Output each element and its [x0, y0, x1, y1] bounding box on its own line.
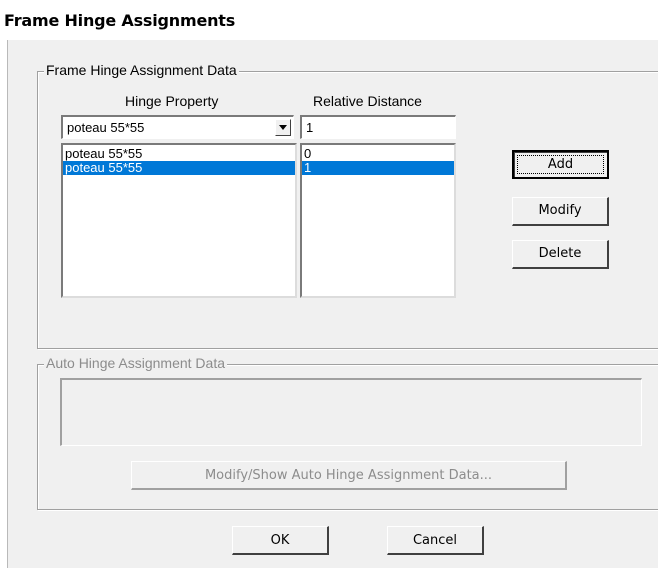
relative-distance-list[interactable]: 0 1: [300, 143, 456, 298]
chevron-down-icon: [279, 125, 287, 130]
delete-button[interactable]: Delete: [512, 240, 609, 269]
modify-show-button-label: Modify/Show Auto Hinge Assignment Data..…: [204, 468, 493, 483]
modify-show-auto-hinge-button[interactable]: Modify/Show Auto Hinge Assignment Data..…: [131, 461, 567, 490]
hinge-property-header: Hinge Property: [125, 93, 219, 109]
ok-button[interactable]: OK: [232, 526, 329, 555]
cancel-button[interactable]: Cancel: [387, 526, 484, 555]
group-legend: Auto Hinge Assignment Data: [44, 355, 227, 371]
add-button[interactable]: Add: [512, 150, 609, 179]
relative-distance-value: 1: [306, 120, 314, 135]
delete-button-label: Delete: [538, 246, 582, 261]
modify-button-label: Modify: [538, 203, 582, 218]
list-item[interactable]: poteau 55*55: [63, 147, 295, 161]
relative-distance-input[interactable]: 1: [300, 115, 456, 139]
modify-button[interactable]: Modify: [512, 197, 609, 226]
list-item[interactable]: poteau 55*55: [63, 161, 295, 175]
hinge-property-dropdown[interactable]: poteau 55*55: [61, 115, 294, 139]
list-item[interactable]: 0: [302, 147, 454, 161]
window-title: Frame Hinge Assignments: [4, 11, 236, 30]
hinge-property-value: poteau 55*55: [67, 120, 145, 135]
title-bar[interactable]: Frame Hinge Assignments: [0, 0, 658, 40]
list-item[interactable]: 1: [302, 161, 454, 175]
hinge-property-list[interactable]: poteau 55*55 poteau 55*55: [61, 143, 297, 298]
dropdown-button[interactable]: [275, 119, 291, 136]
cancel-button-label: Cancel: [412, 533, 458, 548]
focus-rectangle: [517, 155, 604, 174]
group-legend: Frame Hinge Assignment Data: [44, 62, 239, 78]
ok-button-label: OK: [270, 533, 290, 548]
auto-hinge-display: [60, 378, 642, 446]
window-left-edge: [0, 40, 7, 568]
relative-distance-header: Relative Distance: [313, 93, 422, 109]
